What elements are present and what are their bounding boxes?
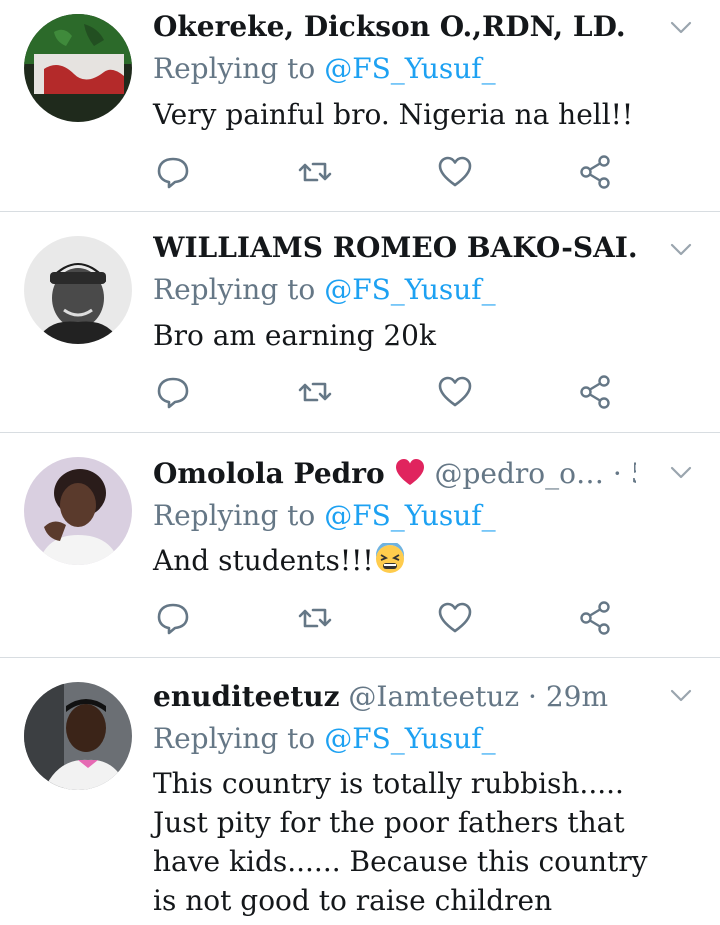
retweet-icon xyxy=(298,162,332,182)
reply-tweet[interactable]: WILLIAMS ROMEO BAKO-SAI… · 58m Replying … xyxy=(0,212,720,433)
reply-tweet[interactable]: Omolola Pedro @pedro_o… · 57m Replying t… xyxy=(0,433,720,658)
crying-face-emoji-icon xyxy=(374,541,406,575)
timestamp[interactable]: 29m xyxy=(546,680,608,713)
retweet-icon xyxy=(298,382,332,402)
like-button[interactable] xyxy=(435,152,475,192)
tweet-text: Bro am earning 20k xyxy=(153,319,436,352)
display-name[interactable]: Okereke, Dickson O.,RDN, LD. … xyxy=(153,10,636,43)
share-icon xyxy=(580,601,610,635)
reply-button[interactable] xyxy=(153,372,193,412)
mention-link[interactable]: @FS_Yusuf_ xyxy=(324,52,495,85)
tweet-header: enuditeetuz @Iamteetuz · 29m xyxy=(153,678,636,716)
tweet-header: Omolola Pedro @pedro_o… · 57m xyxy=(153,455,636,493)
tweet-header: Okereke, Dickson O.,RDN, LD. … · 54m xyxy=(153,8,636,46)
avatar[interactable] xyxy=(24,236,132,344)
replying-to: Replying to @FS_Yusuf_ xyxy=(153,50,496,88)
user-handle[interactable]: @Iamteetuz xyxy=(348,680,519,713)
share-icon xyxy=(580,155,610,189)
mention-link[interactable]: @FS_Yusuf_ xyxy=(324,273,495,306)
avatar[interactable] xyxy=(24,682,132,790)
tweet-text: Very painful bro. Nigeria na hell!! xyxy=(153,98,634,131)
chevron-down-icon[interactable] xyxy=(668,236,694,262)
retweet-icon xyxy=(298,608,332,628)
chevron-down-icon[interactable] xyxy=(668,682,694,708)
chevron-down-icon[interactable] xyxy=(668,459,694,485)
replying-prefix: Replying to xyxy=(153,722,316,755)
share-button[interactable] xyxy=(575,598,615,638)
chevron-down-icon[interactable] xyxy=(668,14,694,40)
share-button[interactable] xyxy=(575,372,615,412)
reply-tweet[interactable]: enuditeetuz @Iamteetuz · 29m Replying to… xyxy=(0,658,720,925)
avatar[interactable] xyxy=(24,14,132,122)
tweet-text: This country is totally rubbish..... Jus… xyxy=(153,767,648,917)
separator: · xyxy=(528,680,537,713)
retweet-button[interactable] xyxy=(295,598,335,638)
like-button[interactable] xyxy=(435,372,475,412)
tweet-header: WILLIAMS ROMEO BAKO-SAI… · 58m xyxy=(153,229,636,267)
retweet-button[interactable] xyxy=(295,152,335,192)
tweet-text-container: And students!!! xyxy=(153,541,663,580)
share-button[interactable] xyxy=(575,152,615,192)
retweet-button[interactable] xyxy=(295,372,335,412)
mention-link[interactable]: @FS_Yusuf_ xyxy=(324,499,495,532)
display-name[interactable]: Omolola Pedro xyxy=(153,457,385,490)
display-name[interactable]: WILLIAMS ROMEO BAKO-SAI… xyxy=(153,231,636,264)
reply-icon xyxy=(157,157,189,189)
display-name[interactable]: enuditeetuz xyxy=(153,680,340,713)
replying-prefix: Replying to xyxy=(153,499,316,532)
like-icon xyxy=(438,602,472,633)
replying-prefix: Replying to xyxy=(153,273,316,306)
tweet-text: And students!!! xyxy=(153,544,374,577)
like-button[interactable] xyxy=(435,598,475,638)
reply-tweet[interactable]: Okereke, Dickson O.,RDN, LD. … · 54m Rep… xyxy=(0,0,720,212)
timestamp[interactable]: 57m xyxy=(631,457,636,490)
separator: · xyxy=(612,457,622,490)
reply-icon xyxy=(157,377,189,409)
reply-button[interactable] xyxy=(153,598,193,638)
replying-to: Replying to @FS_Yusuf_ xyxy=(153,271,496,309)
replying-to: Replying to @FS_Yusuf_ xyxy=(153,497,496,535)
avatar[interactable] xyxy=(24,457,132,565)
heart-emoji-icon xyxy=(394,457,426,487)
user-handle[interactable]: @pedro_o… xyxy=(434,457,604,490)
like-icon xyxy=(438,156,472,187)
share-icon xyxy=(580,375,610,409)
reply-icon xyxy=(157,603,189,635)
like-icon xyxy=(438,376,472,407)
replying-to: Replying to @FS_Yusuf_ xyxy=(153,720,496,758)
mention-link[interactable]: @FS_Yusuf_ xyxy=(324,722,495,755)
replying-prefix: Replying to xyxy=(153,52,316,85)
reply-button[interactable] xyxy=(153,152,193,192)
